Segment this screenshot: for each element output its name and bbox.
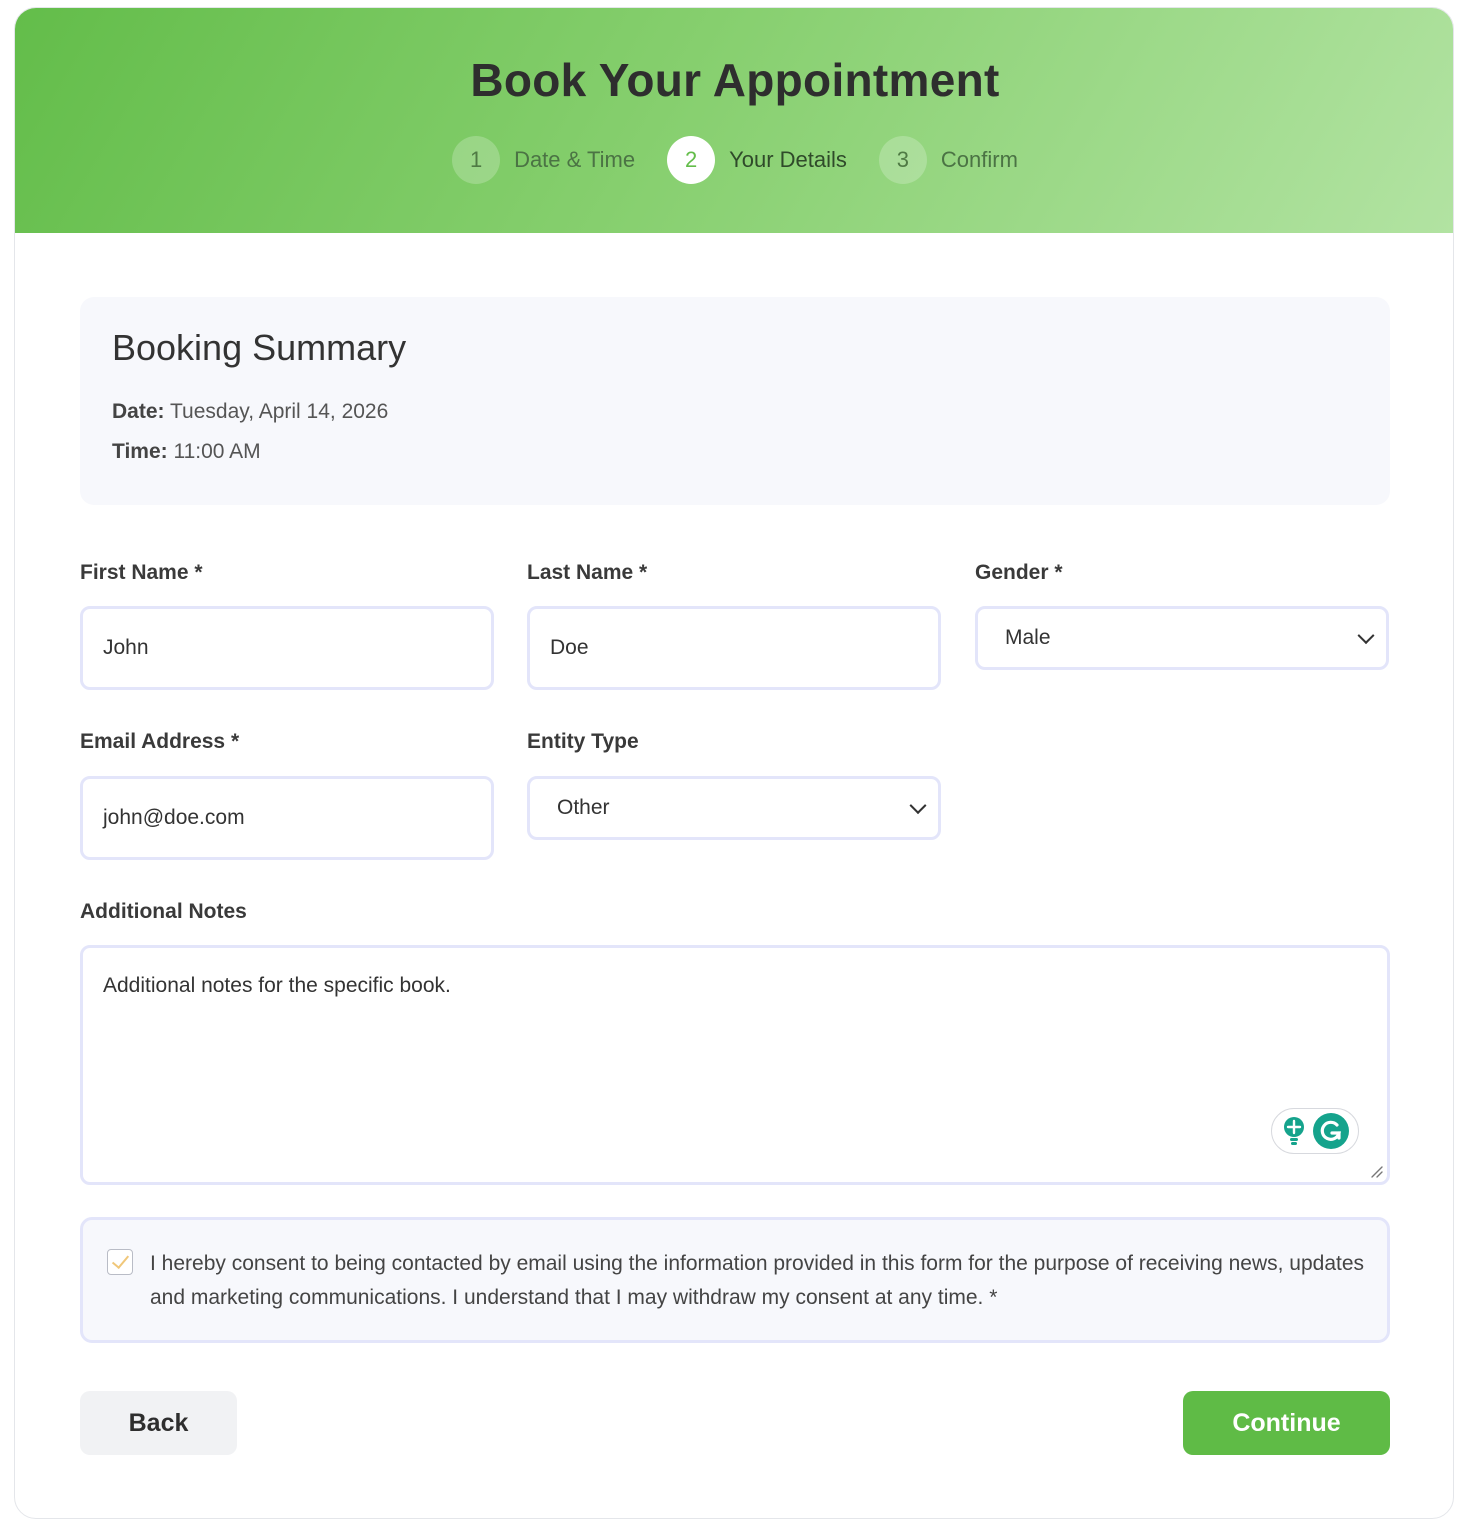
last-name-value: Doe bbox=[550, 636, 589, 659]
booking-card: Book Your Appointment 1 Date & Time 2 Yo… bbox=[14, 7, 1454, 1519]
page-title: Book Your Appointment bbox=[470, 54, 1000, 106]
resize-handle-icon[interactable] bbox=[1369, 1164, 1383, 1178]
first-name-value: John bbox=[103, 636, 149, 659]
step-indicator: 1 Date & Time 2 Your Details 3 Confirm bbox=[15, 136, 1453, 184]
chevron-down-icon bbox=[1357, 627, 1375, 645]
first-name-input[interactable]: John bbox=[80, 606, 494, 690]
step-number: 2 bbox=[667, 136, 716, 184]
chevron-down-icon bbox=[909, 797, 927, 815]
consent-text: I hereby consent to being contacted by e… bbox=[150, 1252, 1365, 1309]
step-number: 1 bbox=[452, 136, 501, 184]
header-banner: Book Your Appointment 1 Date & Time 2 Yo… bbox=[15, 8, 1453, 233]
email-input[interactable]: john@doe.com bbox=[80, 776, 494, 860]
continue-button[interactable]: Continue bbox=[1183, 1391, 1390, 1455]
summary-title: Booking Summary bbox=[112, 327, 407, 368]
first-name-label: First Name * bbox=[80, 561, 203, 584]
step-your-details: 2 Your Details bbox=[667, 136, 847, 184]
date-value: Tuesday, April 14, 2026 bbox=[169, 400, 389, 423]
entity-type-select[interactable]: Other bbox=[527, 776, 941, 840]
last-name-input[interactable]: Doe bbox=[527, 606, 941, 690]
entity-type-label: Entity Type bbox=[527, 730, 639, 753]
gender-select[interactable]: Male bbox=[975, 606, 1389, 670]
step-number: 3 bbox=[878, 136, 927, 184]
date-label: Date: bbox=[112, 400, 165, 423]
gender-label: Gender * bbox=[975, 561, 1063, 584]
step-label: Confirm bbox=[940, 147, 1018, 172]
consent-checkbox[interactable] bbox=[107, 1249, 133, 1275]
notes-value: Additional notes for the specific book. bbox=[103, 974, 451, 997]
consent-box: I hereby consent to being contacted by e… bbox=[80, 1217, 1390, 1343]
time-value: 11:00 AM bbox=[173, 440, 261, 463]
step-label: Your Details bbox=[729, 147, 847, 172]
grammarly-widget[interactable] bbox=[1271, 1108, 1359, 1154]
grammarly-icon[interactable] bbox=[1312, 1113, 1349, 1149]
step-label: Date & Time bbox=[514, 147, 636, 172]
summary-date: Date: Tuesday, April 14, 2026 bbox=[112, 400, 388, 424]
step-confirm: 3 Confirm bbox=[878, 136, 1018, 184]
gender-value: Male bbox=[1005, 626, 1051, 649]
email-label: Email Address * bbox=[80, 730, 240, 753]
email-value: john@doe.com bbox=[103, 806, 245, 829]
booking-summary: Booking Summary Date: Tuesday, April 14,… bbox=[80, 297, 1390, 505]
notes-label: Additional Notes bbox=[80, 900, 247, 923]
summary-time: Time: 11:00 AM bbox=[112, 440, 261, 464]
last-name-label: Last Name * bbox=[527, 561, 648, 584]
time-label: Time: bbox=[112, 440, 168, 463]
entity-type-value: Other bbox=[557, 796, 610, 819]
back-button[interactable]: Back bbox=[80, 1391, 237, 1455]
lightbulb-icon[interactable] bbox=[1282, 1116, 1306, 1146]
step-date-time: 1 Date & Time bbox=[452, 136, 635, 184]
notes-textarea[interactable]: Additional notes for the specific book. bbox=[80, 945, 1390, 1185]
